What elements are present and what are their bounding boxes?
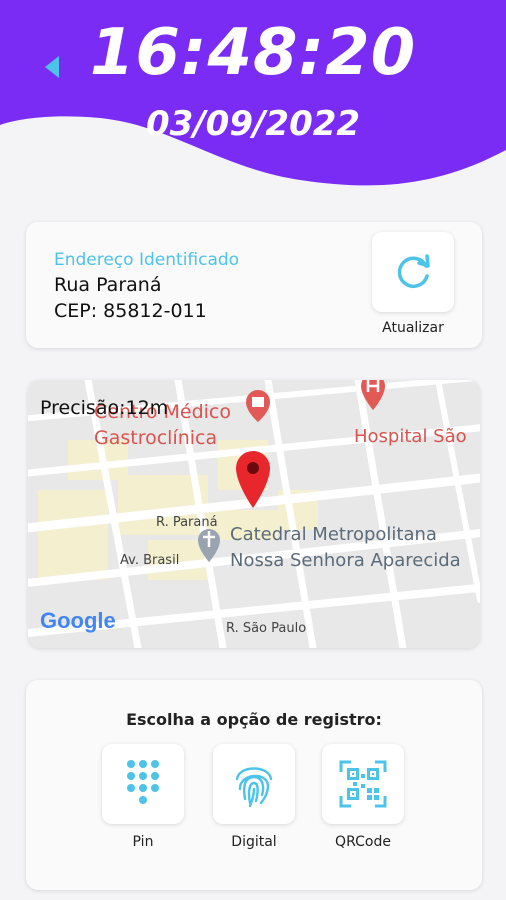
map-street-sao-paulo: R. São Paulo bbox=[226, 621, 306, 636]
address-cep: CEP: 85812-011 bbox=[54, 300, 207, 322]
fingerprint-icon bbox=[235, 767, 273, 808]
registration-title: Escolha a opção de registro: bbox=[126, 710, 382, 729]
map-poi-medical-2: Gastroclínica bbox=[94, 427, 217, 449]
map-view[interactable]: Centro Médico Gastroclínica Precisão:12m… bbox=[28, 380, 480, 648]
map-street-parana: R. Paraná bbox=[156, 515, 218, 530]
map-poi-hospital: Hospital São bbox=[354, 426, 467, 447]
qrcode-option-button[interactable] bbox=[322, 744, 404, 824]
google-logo: Google bbox=[40, 608, 116, 633]
refresh-button[interactable] bbox=[372, 232, 454, 312]
qrcode-option-label: QRCode bbox=[335, 834, 391, 850]
address-label: Endereço Identificado bbox=[54, 250, 240, 270]
address-street: Rua Paraná bbox=[54, 274, 162, 296]
qrcode-icon bbox=[339, 760, 387, 808]
map-street-brasil: Av. Brasil bbox=[120, 553, 179, 568]
digital-option-button[interactable] bbox=[213, 744, 295, 824]
pin-option-button[interactable] bbox=[102, 744, 184, 824]
keypad-icon bbox=[127, 760, 159, 804]
address-card: Endereço Identificado Rua Paraná CEP: 85… bbox=[26, 222, 482, 348]
refresh-icon bbox=[397, 254, 430, 289]
pin-option-label: Pin bbox=[132, 834, 154, 850]
digital-option-label: Digital bbox=[231, 834, 277, 850]
map-cathedral-1: Catedral Metropolitana bbox=[230, 524, 437, 545]
map-canvas: Centro Médico Gastroclínica Precisão:12m… bbox=[28, 380, 480, 648]
map-cathedral-2: Nossa Senhora Aparecida bbox=[230, 550, 461, 571]
refresh-label: Atualizar bbox=[382, 320, 444, 336]
map-precision: Precisão:12m bbox=[40, 397, 168, 419]
current-date: 03/09/2022 bbox=[145, 104, 361, 144]
registration-card: Escolha a opção de registro: Pin Digital bbox=[26, 680, 482, 890]
clock-time: 16:48:20 bbox=[89, 16, 417, 90]
